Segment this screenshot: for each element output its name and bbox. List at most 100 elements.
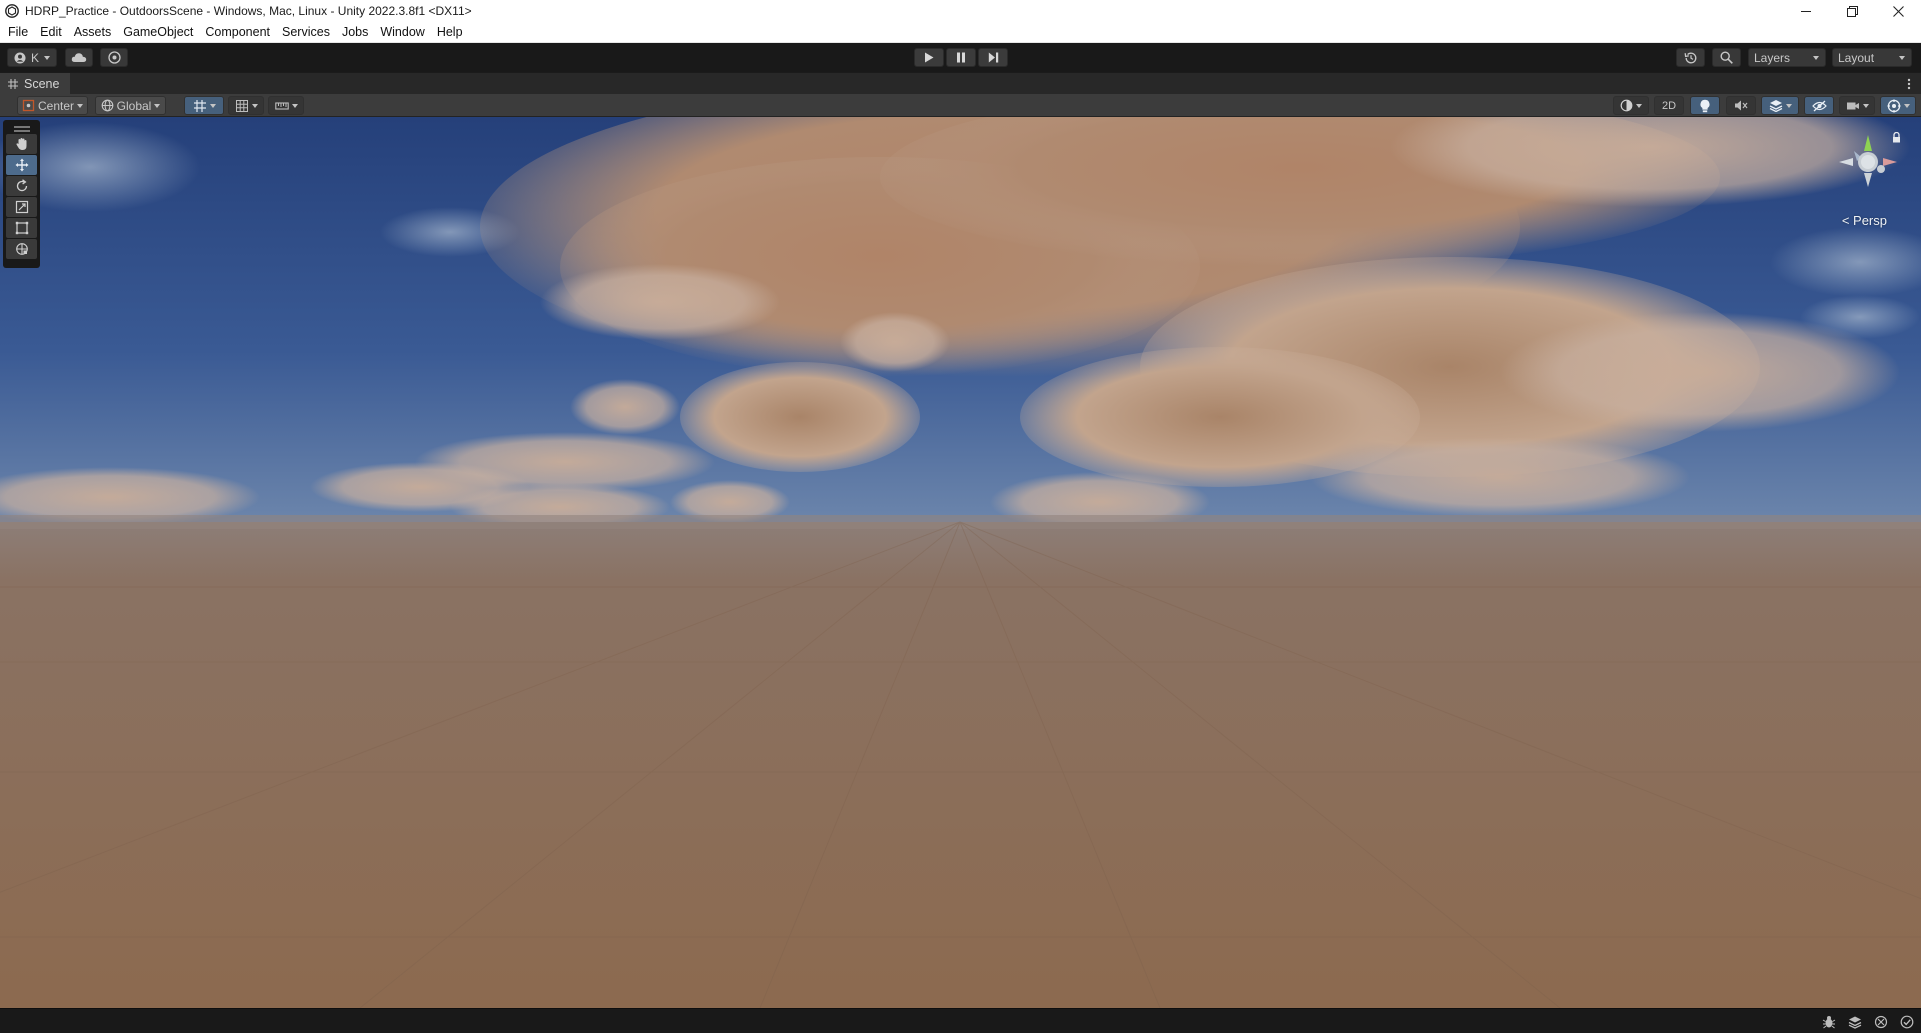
bug-icon-button[interactable]	[1820, 1013, 1837, 1030]
status-icons	[1820, 1013, 1915, 1030]
hand-tool-button[interactable]	[6, 134, 37, 154]
transform-tool-button[interactable]	[6, 239, 37, 259]
step-icon	[988, 52, 998, 63]
move-tool-icon	[15, 158, 28, 172]
debug-status-button[interactable]	[1872, 1013, 1889, 1030]
account-icon	[14, 52, 26, 63]
rect-tool-icon	[15, 221, 28, 235]
layout-dropdown[interactable]: Layout	[1832, 48, 1912, 67]
tab-scene[interactable]: Scene	[0, 73, 70, 95]
pause-icon	[957, 52, 965, 63]
scene-effects-dropdown[interactable]	[1761, 96, 1799, 115]
overlay-drag-handle[interactable]	[13, 126, 30, 128]
snap-grid-icon	[193, 99, 206, 112]
pause-button[interactable]	[946, 48, 976, 67]
search-icon	[1720, 51, 1733, 64]
camera-icon	[1846, 102, 1859, 109]
menu-bar: File Edit Assets GameObject Component Se…	[0, 22, 1921, 43]
scene-visibility-toggle[interactable]	[1804, 96, 1834, 115]
status-bar	[0, 1008, 1921, 1033]
restore-button[interactable]	[1829, 0, 1875, 22]
step-button[interactable]	[978, 48, 1008, 67]
gizmos-dropdown[interactable]	[1880, 96, 1916, 115]
grid-icon	[235, 99, 248, 112]
increment-snap-button[interactable]	[268, 96, 304, 115]
minimize-button[interactable]	[1783, 0, 1829, 22]
menu-services[interactable]: Services	[276, 22, 336, 43]
menu-edit[interactable]: Edit	[34, 22, 68, 43]
menu-assets[interactable]: Assets	[68, 22, 118, 43]
globe-icon	[101, 99, 114, 112]
layers-dropdown[interactable]: Layers	[1748, 48, 1826, 67]
window-controls	[1783, 0, 1921, 22]
menu-component[interactable]: Component	[199, 22, 276, 43]
menu-file[interactable]: File	[2, 22, 34, 43]
cloud-button[interactable]	[65, 48, 93, 67]
layers-status-button[interactable]	[1846, 1013, 1863, 1030]
undo-history-button[interactable]	[1676, 48, 1705, 67]
rect-tool-button[interactable]	[6, 218, 37, 238]
window-title: HDRP_Practice - OutdoorsScene - Windows,…	[25, 4, 472, 18]
pivot-rotation-dropdown[interactable]: Global	[95, 96, 166, 115]
audio-mute-icon	[1735, 100, 1748, 111]
layout-label: Layout	[1838, 50, 1875, 65]
grid-visibility-button[interactable]	[228, 96, 264, 115]
scene-viewport[interactable]: < Persp	[0, 117, 1921, 1008]
toggle-2d-button[interactable]: 2D	[1654, 96, 1684, 115]
account-dropdown[interactable]: K	[7, 48, 57, 67]
menu-help[interactable]: Help	[431, 22, 469, 43]
menu-gameobject[interactable]: GameObject	[117, 22, 199, 43]
pivot-mode-dropdown[interactable]: Center	[17, 96, 88, 115]
menu-jobs[interactable]: Jobs	[336, 22, 374, 43]
search-button[interactable]	[1712, 48, 1741, 67]
chevron-left-icon: <	[1841, 213, 1850, 228]
version-control-button[interactable]	[100, 48, 128, 67]
pivot-mode-label: Center	[37, 98, 75, 113]
chevron-down-icon	[1899, 55, 1905, 60]
chevron-down-icon	[291, 103, 298, 108]
chevron-down-icon	[44, 55, 50, 60]
tools-overlay	[3, 120, 40, 268]
check-icon	[1900, 1015, 1913, 1028]
minimize-icon	[1800, 10, 1811, 12]
scene-audio-toggle[interactable]	[1726, 96, 1756, 115]
scene-lighting-toggle[interactable]	[1690, 96, 1720, 115]
debug-icon	[1874, 1015, 1887, 1028]
play-icon	[925, 52, 934, 63]
effects-layers-icon	[1769, 100, 1782, 112]
chevron-down-icon	[1862, 103, 1869, 108]
cloud-icon	[71, 53, 87, 62]
play-button[interactable]	[914, 48, 944, 67]
chevron-down-icon	[1785, 103, 1792, 108]
tab-scene-label: Scene	[24, 77, 60, 91]
check-status-button[interactable]	[1898, 1013, 1915, 1030]
main-toolbar: K Layers Layout	[0, 43, 1921, 72]
rotate-tool-button[interactable]	[6, 176, 37, 196]
scene-tab-bar: Scene	[0, 72, 1921, 95]
projection-label: Persp	[1853, 213, 1887, 228]
move-tool-button[interactable]	[6, 155, 37, 175]
pivot-center-icon	[22, 99, 35, 112]
scale-tool-icon	[15, 200, 28, 214]
close-button[interactable]	[1875, 0, 1921, 22]
grid-snapping-button[interactable]	[184, 96, 224, 115]
ruler-icon	[274, 101, 289, 110]
more-options-icon[interactable]	[1907, 77, 1911, 91]
lock-icon[interactable]	[1892, 132, 1901, 143]
pivot-rotation-label: Global	[116, 98, 152, 113]
chevron-down-icon	[251, 103, 258, 108]
unity-logo-icon	[5, 4, 19, 18]
chevron-down-icon	[77, 103, 84, 108]
scale-tool-button[interactable]	[6, 197, 37, 217]
menu-window[interactable]: Window	[374, 22, 430, 43]
hand-tool-icon	[15, 138, 26, 150]
window-title-bar: HDRP_Practice - OutdoorsScene - Windows,…	[0, 0, 1921, 22]
scene-grid-icon	[8, 79, 18, 89]
chevron-down-icon	[1813, 55, 1819, 60]
camera-projection-toggle[interactable]: < Persp	[1842, 213, 1887, 228]
shading-mode-icon	[1620, 99, 1633, 112]
draw-mode-dropdown[interactable]	[1613, 96, 1649, 115]
camera-settings-dropdown[interactable]	[1839, 96, 1875, 115]
lightbulb-icon	[1700, 99, 1710, 112]
collab-icon	[107, 51, 121, 64]
